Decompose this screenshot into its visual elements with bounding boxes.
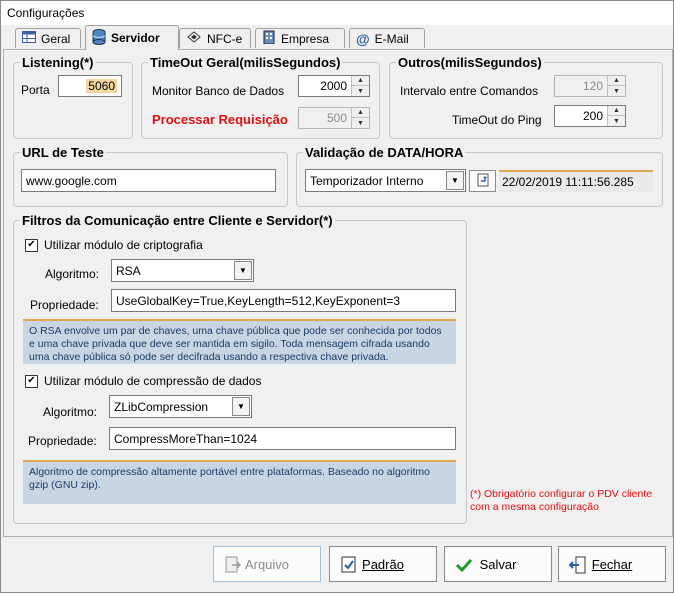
spin-up-icon[interactable]: ▲	[352, 108, 369, 118]
arquivo-button[interactable]: Arquivo	[213, 546, 321, 582]
cripto-algoritmo-value: RSA	[116, 263, 141, 278]
monitor-spinner[interactable]: 2000 ▲ ▼	[298, 75, 370, 97]
ping-label: TimeOut do Ping	[452, 113, 542, 127]
spin-up-icon[interactable]: ▲	[608, 76, 625, 86]
filtros-group: Filtros da Comunicação entre Cliente e S…	[13, 213, 467, 524]
title-bar: Configurações	[1, 1, 673, 25]
tab-strip: Geral Servidor NFC-e Empresa @ E-Mail	[1, 25, 673, 50]
refresh-datetime-button[interactable]	[469, 170, 496, 192]
configuracoes-window: Configurações Geral Servidor NFC-e Empre…	[0, 0, 674, 593]
refresh-icon	[477, 173, 489, 190]
timeout-group: TimeOut Geral(milisSegundos) Monitor Ban…	[141, 55, 380, 139]
compress-algoritmo-value: ZLibCompression	[114, 399, 209, 414]
checkbox-checked-icon[interactable]: ✔	[25, 238, 38, 252]
timeout-title: TimeOut Geral(milisSegundos)	[148, 55, 343, 70]
chevron-down-icon[interactable]: ▼	[446, 171, 464, 190]
ping-spinner-arrows[interactable]: ▲ ▼	[607, 106, 625, 126]
tab-empresa[interactable]: Empresa	[255, 28, 345, 48]
porta-label: Porta	[21, 83, 50, 97]
tab-geral[interactable]: Geral	[15, 28, 81, 48]
nfc-icon	[186, 30, 202, 47]
compress-checkbox[interactable]: ✔ Utilizar módulo de compressão de dados	[25, 374, 261, 388]
cripto-propriedade-input[interactable]: UseGlobalKey=True,KeyLength=512,KeyExpon…	[111, 289, 456, 312]
processar-label: Processar Requisição	[152, 112, 288, 127]
compress-algoritmo-label: Algoritmo:	[43, 405, 98, 419]
spin-down-icon[interactable]: ▼	[352, 118, 369, 128]
tab-email[interactable]: @ E-Mail	[349, 28, 425, 48]
processar-spinner[interactable]: 500 ▲ ▼	[298, 107, 370, 129]
validacao-title: Validação de DATA/HORA	[303, 145, 466, 160]
intervalo-label: Intervalo entre Comandos	[400, 84, 539, 98]
processar-spinner-arrows[interactable]: ▲ ▼	[351, 108, 369, 128]
tab-empresa-label: Empresa	[281, 31, 330, 46]
tab-email-label: E-Mail	[374, 31, 409, 46]
monitor-spinner-arrows[interactable]: ▲ ▼	[351, 76, 369, 96]
spin-down-icon[interactable]: ▼	[608, 116, 625, 126]
intervalo-spinner-arrows[interactable]: ▲ ▼	[607, 76, 625, 96]
validacao-group: Validação de DATA/HORA Temporizador Inte…	[296, 145, 663, 207]
url-teste-group: URL de Teste www.google.com	[13, 145, 288, 207]
outros-title: Outros(milisSegundos)	[396, 55, 544, 70]
validacao-selected: Temporizador Interno	[310, 173, 424, 188]
compress-propriedade-input[interactable]: CompressMoreThan=1024	[109, 427, 456, 450]
monitor-value: 2000	[320, 79, 347, 93]
arquivo-label: Arquivo	[244, 557, 290, 572]
spin-up-icon[interactable]: ▲	[608, 106, 625, 116]
compress-algoritmo-select[interactable]: ZLibCompression ▼	[109, 395, 252, 418]
cripto-note: O RSA envolve um par de chaves, uma chav…	[23, 319, 456, 364]
padrao-text: Padrão	[362, 557, 404, 572]
validacao-select[interactable]: Temporizador Interno ▼	[305, 169, 466, 192]
url-teste-input[interactable]: www.google.com	[21, 169, 276, 192]
intervalo-value: 120	[582, 79, 603, 93]
table-icon	[22, 31, 36, 46]
compress-note: Algoritmo de compressão altamente portáv…	[23, 460, 456, 504]
tab-geral-label: Geral	[41, 31, 71, 46]
spin-up-icon[interactable]: ▲	[352, 76, 369, 86]
salvar-button[interactable]: Salvar	[444, 546, 552, 582]
salvar-label: Salvar	[479, 557, 517, 572]
url-teste-title: URL de Teste	[20, 145, 106, 160]
filtros-title: Filtros da Comunicação entre Cliente e S…	[20, 213, 335, 228]
spin-down-icon[interactable]: ▼	[608, 86, 625, 96]
fechar-button[interactable]: Fechar	[558, 546, 666, 582]
fechar-label: Fechar	[559, 557, 665, 572]
tab-nfce-label: NFC-e	[207, 31, 243, 46]
listening-group: Listening(*) Porta 5060	[13, 55, 133, 139]
monitor-label: Monitor Banco de Dados	[152, 84, 285, 98]
padrao-label: Padrão	[330, 557, 436, 572]
tab-nfce[interactable]: NFC-e	[179, 28, 251, 48]
chevron-down-icon[interactable]: ▼	[232, 397, 250, 416]
cripto-checkbox[interactable]: ✔ Utilizar módulo de criptografia	[25, 238, 203, 252]
listening-title: Listening(*)	[20, 55, 96, 70]
ping-value: 200	[582, 109, 603, 123]
building-icon	[262, 30, 276, 47]
intervalo-spinner[interactable]: 120 ▲ ▼	[554, 75, 626, 97]
padrao-button[interactable]: Padrão	[329, 546, 437, 582]
window-title: Configurações	[7, 6, 85, 20]
checkbox-checked-icon[interactable]: ✔	[25, 374, 38, 388]
cripto-check-label: Utilizar módulo de criptografia	[44, 238, 203, 252]
porta-input[interactable]: 5060	[58, 75, 122, 97]
warning-text: (*) Obrigatório configurar o PDV cliente…	[470, 488, 653, 513]
cripto-algoritmo-select[interactable]: RSA ▼	[111, 259, 254, 282]
at-icon: @	[356, 30, 370, 47]
processar-value: 500	[326, 111, 347, 125]
tab-servidor[interactable]: Servidor	[85, 25, 179, 50]
porta-value: 5060	[86, 79, 117, 93]
outros-group: Outros(milisSegundos) Intervalo entre Co…	[389, 55, 663, 139]
database-icon	[92, 28, 106, 48]
compress-propriedade-label: Propriedade:	[28, 434, 97, 448]
fechar-text: Fechar	[591, 557, 633, 572]
cripto-propriedade-label: Propriedade:	[30, 298, 99, 312]
ping-spinner[interactable]: 200 ▲ ▼	[554, 105, 626, 127]
datetime-display: 22/02/2019 11:11:56.285	[499, 170, 653, 192]
servidor-panel: Listening(*) Porta 5060 TimeOut Geral(mi…	[3, 49, 673, 537]
spin-down-icon[interactable]: ▼	[352, 86, 369, 96]
cripto-algoritmo-label: Algoritmo:	[45, 267, 100, 281]
chevron-down-icon[interactable]: ▼	[234, 261, 252, 280]
tab-servidor-label: Servidor	[111, 31, 160, 45]
compress-check-label: Utilizar módulo de compressão de dados	[44, 374, 262, 388]
